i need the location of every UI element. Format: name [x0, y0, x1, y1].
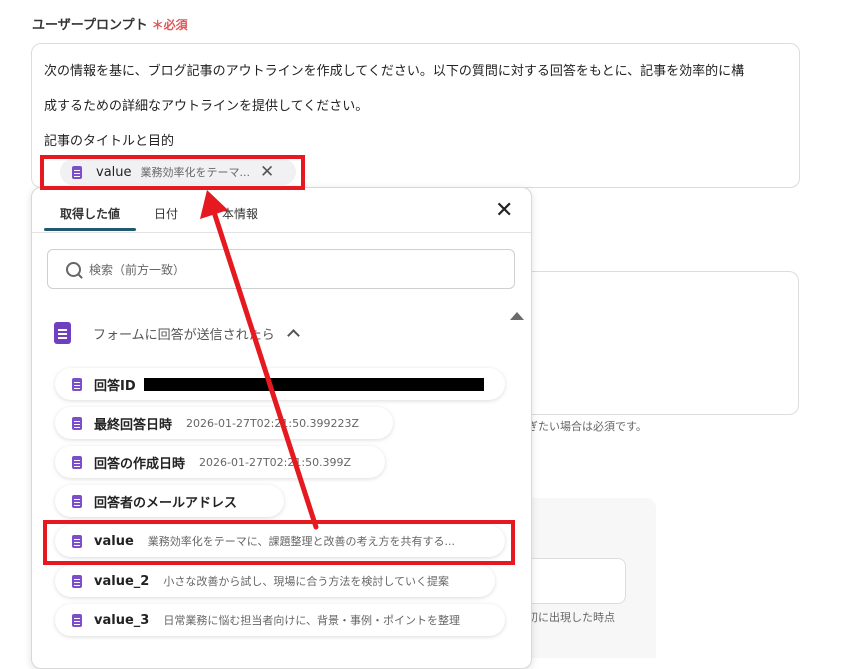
- annotation-arrow-icon: [200, 190, 319, 530]
